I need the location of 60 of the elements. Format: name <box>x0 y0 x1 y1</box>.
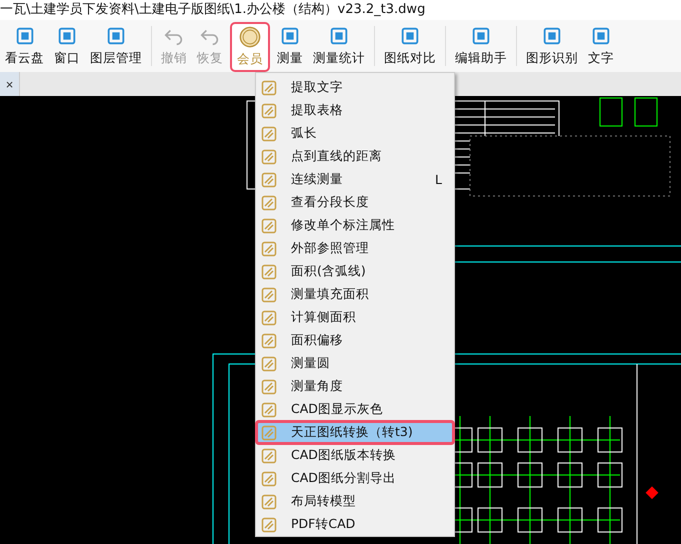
tool-icon <box>590 25 612 47</box>
tool-icon <box>261 448 277 464</box>
menu-item[interactable]: 外部参照管理 <box>256 237 454 260</box>
toolbar-button[interactable]: 编辑助手 <box>450 20 512 72</box>
tool-icon <box>261 378 277 394</box>
toolbar-button[interactable]: 图层管理 <box>85 20 147 72</box>
tool-icon <box>261 194 277 210</box>
tool-icon <box>261 80 277 96</box>
tool-icon <box>328 25 350 47</box>
menu-item[interactable]: 天正图纸转换（转t3) <box>256 421 454 444</box>
tool-icon <box>261 424 277 440</box>
tool-icon <box>261 148 277 164</box>
tool-icon <box>56 25 78 47</box>
tool-icon <box>261 310 277 326</box>
tool-icon <box>261 240 277 256</box>
menu-item[interactable]: 测量圆 <box>256 352 454 375</box>
tool-icon <box>279 25 301 47</box>
toolbar-button[interactable]: 看云盘 <box>0 20 49 72</box>
tool-icon <box>541 25 563 47</box>
tool-icon <box>261 102 277 118</box>
tool-icon <box>261 172 277 188</box>
tool-icon <box>261 126 277 142</box>
toolbar-button[interactable]: 图纸对比 <box>379 20 441 72</box>
close-tab-button[interactable]: × <box>0 72 20 96</box>
menu-item[interactable]: 提取表格 <box>256 99 454 122</box>
toolbar-button[interactable]: 图形识别 <box>521 20 583 72</box>
menu-item[interactable]: 查看分段长度 <box>256 191 454 214</box>
tool-icon <box>261 332 277 348</box>
tool-icon <box>261 286 277 302</box>
menu-item[interactable]: 面积(含弧线) <box>256 260 454 283</box>
tool-icon <box>470 25 492 47</box>
tool-icon <box>261 218 277 234</box>
menu-item[interactable]: 点到直线的距离 <box>256 145 454 168</box>
menu-item[interactable]: CAD图纸版本转换 <box>256 444 454 467</box>
toolbar-button[interactable]: 文字 <box>583 20 619 72</box>
tool-icon <box>261 402 277 418</box>
menu-item[interactable]: CAD图显示灰色 <box>256 398 454 421</box>
toolbar-button[interactable]: 测量统计 <box>308 20 370 72</box>
toolbar-button[interactable]: 窗口 <box>49 20 85 72</box>
menu-item[interactable]: 面积偏移 <box>256 329 454 352</box>
vip-badge-icon <box>239 26 261 48</box>
tool-icon <box>261 494 277 510</box>
menu-item[interactable]: 弧长 <box>256 122 454 145</box>
tool-icon <box>261 470 277 486</box>
menu-item[interactable]: 测量填充面积 <box>256 283 454 306</box>
menu-item[interactable]: PDF转CAD <box>256 513 454 536</box>
menu-item[interactable]: 提取文字 <box>256 76 454 99</box>
tool-icon <box>261 264 277 280</box>
menu-item[interactable]: 连续测量 L <box>256 168 454 191</box>
menu-item[interactable]: 修改单个标注属性 <box>256 214 454 237</box>
toolbar-button[interactable]: 测量 <box>272 20 308 72</box>
tool-icon <box>399 25 421 47</box>
tool-icon <box>105 25 127 47</box>
menu-item[interactable]: 测量角度 <box>256 375 454 398</box>
menu-item[interactable]: 计算侧面积 <box>256 306 454 329</box>
menu-item[interactable]: CAD图纸分割导出 <box>256 467 454 490</box>
window-title: 一瓦\土建学员下发资料\土建电子版图纸\1.办公楼（结构）v23.2_t3.dwg <box>0 0 681 20</box>
tool-icon <box>261 356 277 372</box>
menu-item[interactable]: 布局转模型 <box>256 490 454 513</box>
tool-icon <box>261 516 277 532</box>
